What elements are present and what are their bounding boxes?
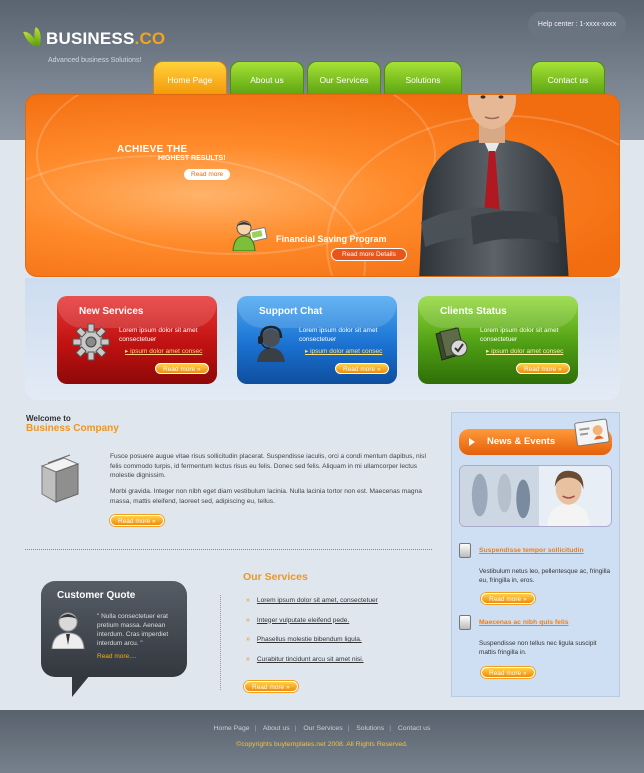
arrow-right-icon [469, 438, 475, 446]
feature-card-support-chat: Support Chat Lorem ipsum dolor sit amet … [237, 296, 397, 384]
services-list: » Lorem ipsum dolor sit amet, consectetue… [246, 597, 378, 675]
feature-link[interactable]: ▸ ipsum dolor amet consec [305, 347, 382, 355]
business-team-photo [459, 465, 612, 527]
footer-nav: Home Page | About us | Our Services | Solut… [213, 725, 431, 732]
financial-read-more-button[interactable]: Read more Details [331, 248, 407, 261]
hero-read-more-button[interactable]: Read more [184, 169, 231, 180]
list-item[interactable]: » Integer vulputate eleifend pede. [246, 617, 378, 637]
logo-suffix: .CO [134, 29, 166, 48]
hero-title: ACHIEVE THE [117, 144, 188, 155]
footer-link-about[interactable]: About us [263, 725, 290, 732]
news-text: Suspendisse non tellus nec ligula suscip… [479, 640, 597, 656]
customer-quote-bubble: Customer Quote " Nulla consectetuer erat… [41, 581, 187, 677]
list-item[interactable]: » Phasellus molestie bibendum ligula. [246, 636, 378, 656]
news-read-more-button[interactable]: Read more » [481, 593, 535, 604]
section-divider [25, 549, 432, 550]
main-nav: Home Page About us Our Services Solution… [0, 61, 644, 95]
feature-text: Lorem ipsum dolor sit amet consectetuer [299, 327, 378, 343]
help-center: Help center : 1-xxxx-xxxx [528, 12, 626, 38]
document-check-icon [435, 327, 468, 361]
site-footer: Home Page | About us | Our Services | Solut… [0, 710, 644, 773]
welcome-paragraph-1: Fusce posuere augue vitae risus sollicit… [110, 453, 426, 479]
company-heading: Business Company [26, 423, 119, 434]
vertical-divider [220, 595, 221, 690]
feature-link[interactable]: ▸ ipsum dolor amet consec [125, 347, 202, 355]
customer-avatar-icon [51, 612, 85, 649]
welcome-read-more-button[interactable]: Read more » [110, 515, 164, 526]
nav-tab-solutions[interactable]: Solutions [384, 61, 462, 95]
list-item[interactable]: » Curabitur tincidunt arcu sit amet nisi. [246, 656, 378, 676]
footer-link-services[interactable]: Our Services [303, 725, 342, 732]
quote-bubble-tail [72, 675, 90, 697]
copyright: ©copyrights buytemplates.net 2008. All R… [236, 741, 408, 748]
feature-title: New Services [79, 306, 144, 317]
news-read-more-button[interactable]: Read more » [481, 667, 535, 678]
id-card-icon [574, 418, 610, 447]
feature-read-more-button[interactable]: Read more » [516, 363, 570, 374]
feature-card-new-services: New Services Lorem ipsum dolor sit amet … [57, 296, 217, 384]
gear-icon [72, 323, 110, 361]
news-events-sidebar: News & Events Suspendisse tempor sollici… [451, 412, 620, 697]
services-heading: Our Services [243, 571, 308, 583]
hero-banner: ACHIEVE THE HIGHEST RESULTS! Read more F… [25, 94, 620, 277]
news-text: Vestibulum netus leo, pellentesque ac, f… [479, 568, 611, 584]
document-icon [459, 543, 471, 558]
quote-read-more-link[interactable]: Read more.... [97, 653, 136, 660]
headset-operator-icon [257, 325, 285, 362]
welcome-label: Welcome to [26, 414, 71, 423]
financial-advisor-icon [232, 220, 268, 251]
feature-text: Lorem ipsum dolor sit amet consectetuer [480, 327, 559, 343]
logo[interactable]: BUSINESS.CO [23, 27, 166, 50]
feature-title: Clients Status [440, 306, 507, 317]
nav-tab-about[interactable]: About us [230, 61, 304, 95]
leaf-logo-icon [23, 27, 45, 50]
box-package-icon [40, 454, 80, 503]
feature-read-more-button[interactable]: Read more » [155, 363, 209, 374]
feature-title: Support Chat [259, 306, 323, 317]
feature-card-clients-status: Clients Status Lorem ipsum dolor sit ame… [418, 296, 578, 384]
feature-text: Lorem ipsum dolor sit amet consectetuer [119, 327, 198, 343]
feature-read-more-button[interactable]: Read more » [335, 363, 389, 374]
hero-subtitle: HIGHEST RESULTS! [158, 155, 226, 162]
financial-program-title: Financial Saving Program [276, 234, 387, 244]
businessman-photo [419, 95, 569, 276]
news-title-link[interactable]: Suspendisse tempor sollicitudin [479, 547, 584, 554]
list-item[interactable]: » Lorem ipsum dolor sit amet, consectetue… [246, 597, 378, 617]
welcome-paragraph-2: Morbi gravida. Integer non nibh eget dia… [110, 488, 422, 505]
nav-tab-contact[interactable]: Contact us [531, 61, 605, 95]
news-title-link[interactable]: Maecenas ac nibh quis felis [479, 619, 569, 626]
services-read-more-button[interactable]: Read more » [244, 681, 298, 692]
footer-link-contact[interactable]: Contact us [398, 725, 431, 732]
logo-text: BUSINESS [46, 29, 135, 48]
nav-tab-services[interactable]: Our Services [307, 61, 381, 95]
quote-title: Customer Quote [57, 590, 136, 601]
feature-link[interactable]: ▸ ipsum dolor amet consec [486, 347, 563, 355]
footer-link-solutions[interactable]: Solutions [356, 725, 384, 732]
quote-text: " Nulla consectetuer erat pretium massa.… [97, 613, 169, 647]
document-icon [459, 615, 471, 630]
footer-link-home[interactable]: Home Page [214, 725, 250, 732]
nav-tab-home[interactable]: Home Page [153, 61, 227, 95]
